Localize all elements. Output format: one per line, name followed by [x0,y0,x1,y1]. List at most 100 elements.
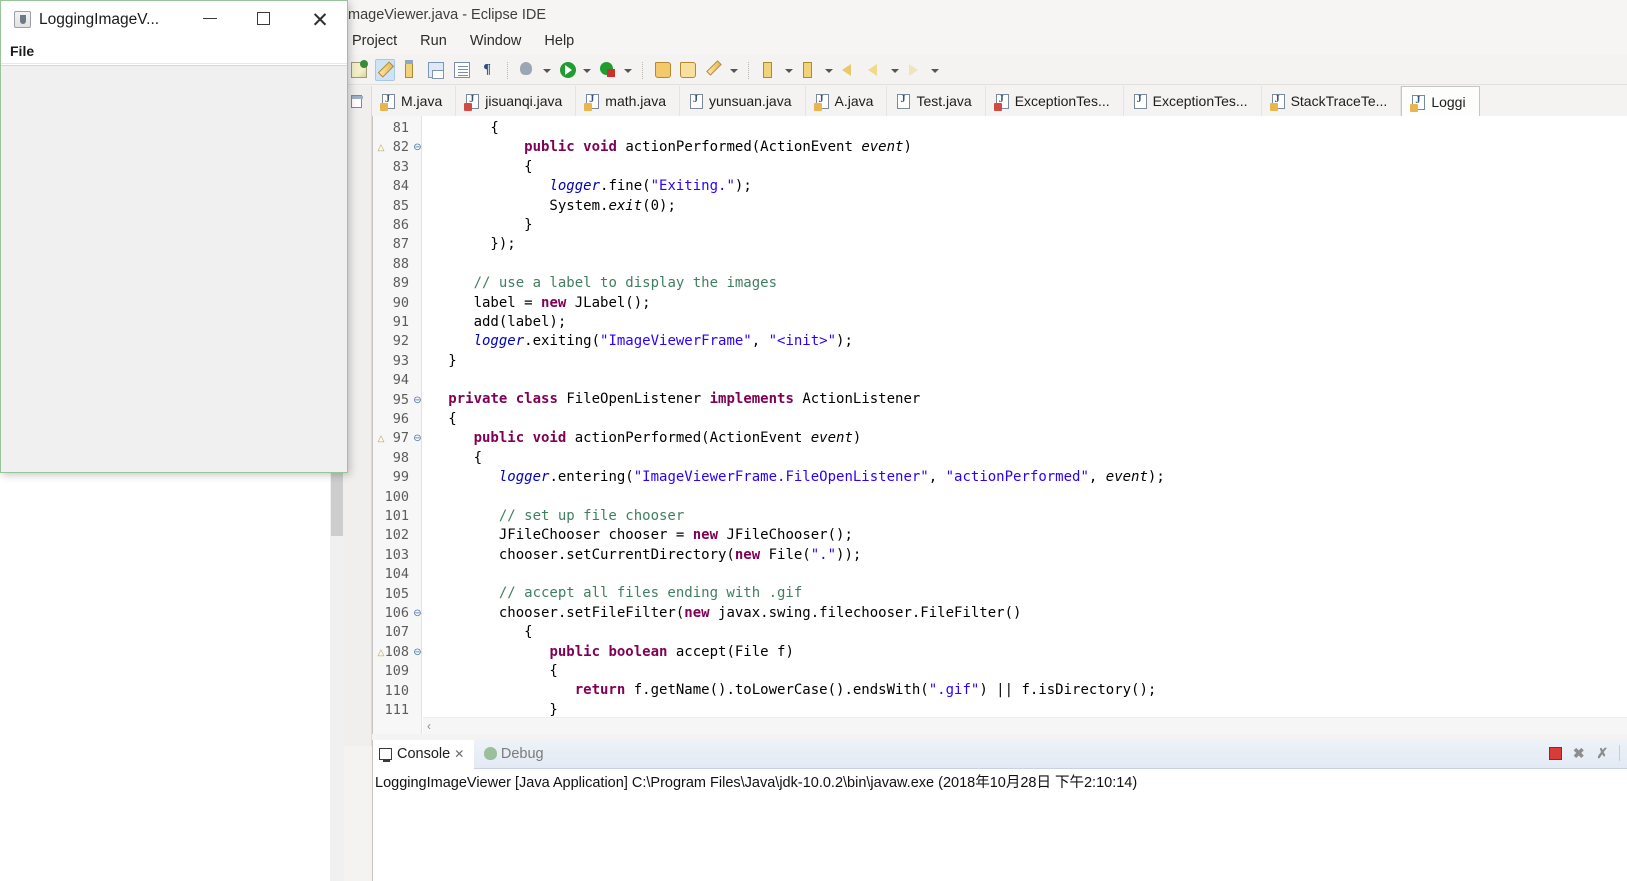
new-wizard-icon[interactable] [349,59,369,81]
menu-help[interactable]: Help [544,33,574,49]
code-line[interactable]: { [423,158,1627,177]
back-icon[interactable] [839,59,859,81]
code-line[interactable] [423,565,1627,584]
run-dropdown-arrow-icon[interactable] [582,59,593,81]
code-line[interactable] [423,255,1627,274]
back-dropdown-arrow-icon[interactable] [890,59,901,81]
code-line[interactable]: public void actionPerformed(ActionEvent … [423,138,1627,157]
code-token: JFileChooser [423,527,609,544]
code-line[interactable] [423,487,1627,506]
console-tab-bar[interactable]: Console ✕ Debug ✖ ✗ [373,740,1627,769]
code-line[interactable]: // use a label to display the images [423,274,1627,293]
editor-code-area[interactable]: { public void actionPerformed(ActionEven… [423,116,1627,734]
edit-pen-icon[interactable] [374,59,395,81]
ruler-dropdown-arrow-icon[interactable] [729,59,740,81]
code-line[interactable]: JFileChooser chooser = new JFileChooser(… [423,526,1627,545]
maximize-button[interactable] [240,1,286,39]
marker-dropdown-arrow-icon[interactable] [784,59,795,81]
save-icon[interactable] [400,59,420,81]
remove-launch-icon[interactable]: ✖ [1569,743,1589,763]
code-line[interactable]: { [423,410,1627,429]
code-line[interactable]: chooser.setFileFilter(new javax.swing.fi… [423,604,1627,623]
logging-image-viewer-window[interactable]: LoggingImageV... ✕ File [0,0,348,473]
code-token: new [734,546,769,563]
code-line[interactable]: chooser.setCurrentDirectory(new File("."… [423,546,1627,565]
print-icon[interactable] [426,59,446,81]
code-line[interactable] [423,371,1627,390]
code-line[interactable]: }); [423,235,1627,254]
run-external-icon[interactable] [598,59,618,81]
code-line[interactable]: return f.getName().toLowerCase().endsWit… [423,681,1627,700]
minimize-button[interactable] [187,1,233,39]
stop-icon[interactable] [1545,743,1565,763]
code-fold-toggle-icon[interactable]: ⊖ [413,604,422,623]
editor-tab-0[interactable]: M.java [372,86,457,117]
run-icon[interactable] [558,59,578,81]
java-window-menu-bar[interactable]: File [1,39,347,64]
code-line[interactable]: logger.exiting("ImageViewerFrame", "<ini… [423,332,1627,351]
code-line[interactable]: } [423,216,1627,235]
debug-icon[interactable] [517,59,537,81]
code-line[interactable]: { [423,662,1627,681]
code-editor[interactable]: 81 △ 82 ⊖ 83 84 85 86 87 88 89 90 91 92 93 94 95 ⊖ 96 △ 97 ⊖ 9… [372,116,1627,734]
close-button[interactable]: ✕ [297,1,343,39]
editor-tab-9[interactable]: Loggi [1401,86,1480,117]
code-line[interactable]: System.exit(0); [423,197,1627,216]
code-fold-toggle-icon[interactable]: ⊖ [413,138,422,157]
code-line[interactable]: private class FileOpenListener implement… [423,390,1627,409]
editor-tab-5[interactable]: Test.java [887,86,986,117]
code-line[interactable]: public boolean accept(File f) [423,643,1627,662]
back-alt-icon[interactable] [865,59,885,81]
ruler-icon[interactable] [704,59,724,81]
editor-scroll-left-icon[interactable]: ‹ [427,719,431,733]
pilcrow-icon[interactable]: ¶ [477,59,497,81]
menu-project[interactable]: Project [352,33,397,49]
menu-window[interactable]: Window [470,33,522,49]
editor-tab-4[interactable]: A.java [806,86,888,117]
forward-dropdown-arrow-icon[interactable] [930,59,941,81]
code-token: actionPerformed(ActionEvent [625,139,862,156]
remove-all-launches-icon[interactable]: ✗ [1592,743,1612,763]
code-line[interactable]: logger.entering("ImageViewerFrame.FileOp… [423,468,1627,487]
code-line[interactable]: { [423,623,1627,642]
console-output-area[interactable]: LoggingImageViewer [Java Application] C:… [373,769,1627,881]
editor-tab-bar[interactable]: M.java jisuanqi.java math.java yunsuan.java… [372,86,1627,117]
code-line[interactable]: } [423,352,1627,371]
code-fold-toggle-icon[interactable]: ⊖ [413,643,422,662]
code-fold-toggle-icon[interactable]: ⊖ [413,429,422,448]
editor-tab-2[interactable]: math.java [576,86,680,117]
editor-tab-1[interactable]: jisuanqi.java [456,86,577,117]
forward-icon[interactable] [905,59,925,81]
editor-horizontal-scrollbar[interactable]: ‹ [423,717,1627,734]
tab-console[interactable]: Console ✕ [373,740,475,769]
code-line[interactable]: logger.fine("Exiting."); [423,177,1627,196]
folder-icon[interactable] [678,59,698,81]
code-line[interactable]: public void actionPerformed(ActionEvent … [423,429,1627,448]
person-dropdown-arrow-icon[interactable] [824,59,835,81]
code-token: { [423,120,499,136]
restore-view-icon[interactable] [351,95,363,108]
editor-tab-7[interactable]: ExceptionTes... [1124,86,1262,117]
line-number: 81 [392,120,409,136]
book-icon[interactable] [452,59,472,81]
editor-tab-3[interactable]: yunsuan.java [680,86,806,117]
code-line[interactable]: // set up file chooser [423,507,1627,526]
marker-icon[interactable] [759,59,779,81]
tab-debug[interactable]: Debug [478,740,554,769]
code-line[interactable]: { [423,119,1627,138]
code-line[interactable]: label = new JLabel(); [423,294,1627,313]
code-fold-toggle-icon[interactable]: ⊖ [413,391,422,410]
code-line[interactable]: // accept all files ending with .gif [423,584,1627,603]
editor-tab-6[interactable]: ExceptionTes... [986,86,1124,117]
run-external-dropdown-arrow-icon[interactable] [623,59,634,81]
java-window-content-area[interactable] [1,65,347,472]
menu-run[interactable]: Run [420,33,447,49]
editor-tab-8[interactable]: StackTraceTe... [1262,86,1402,117]
close-icon[interactable]: ✕ [454,747,464,761]
open-folder-icon[interactable] [653,59,673,81]
debug-dropdown-arrow-icon[interactable] [542,59,553,81]
person-icon[interactable] [799,59,819,81]
menu-file[interactable]: File [1,39,43,64]
code-line[interactable]: add(label); [423,313,1627,332]
code-line[interactable]: { [423,449,1627,468]
